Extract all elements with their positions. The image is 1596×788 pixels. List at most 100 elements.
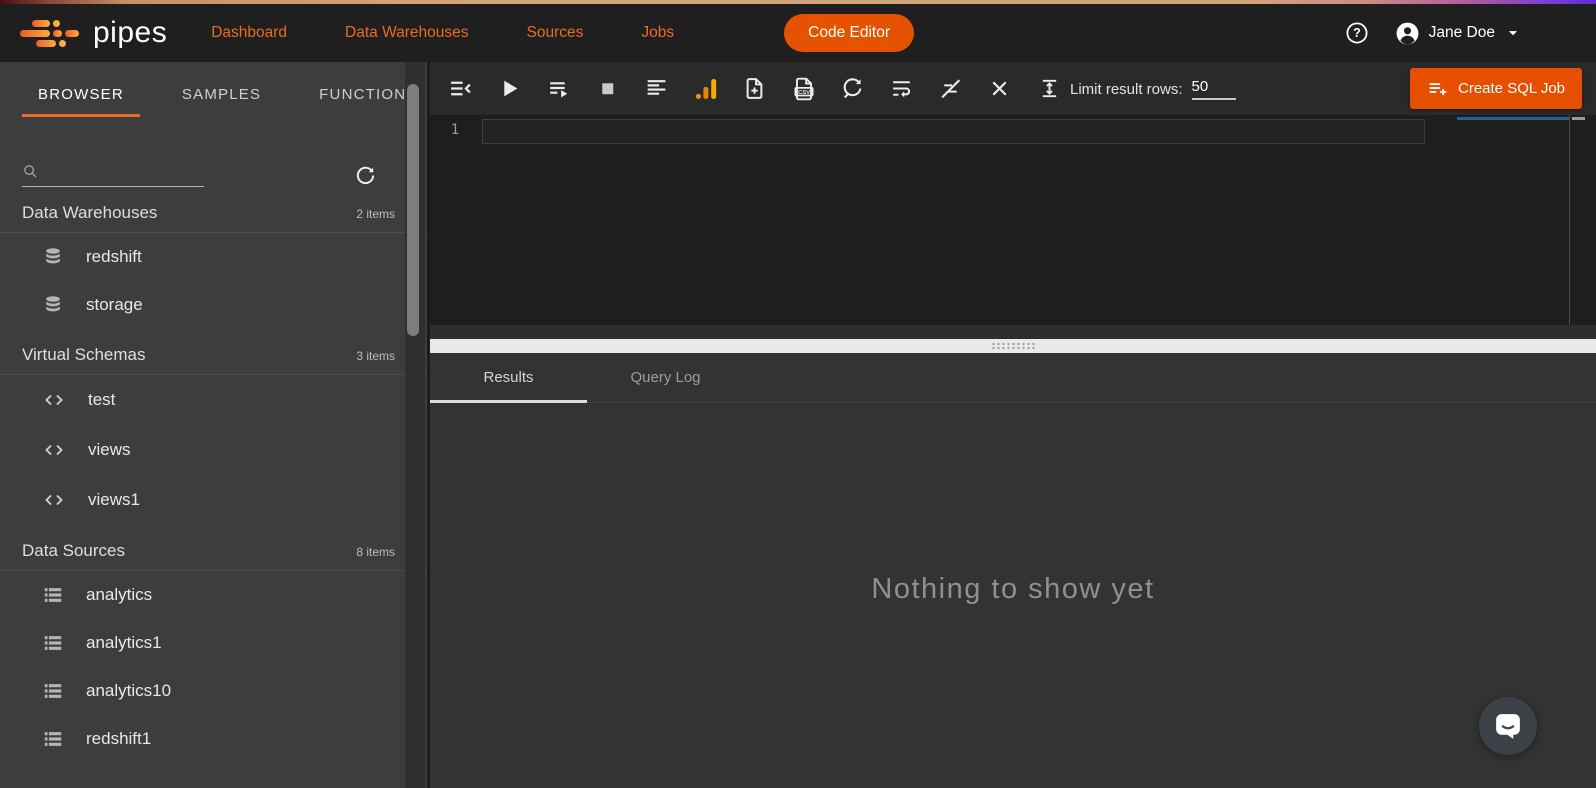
brand-logo[interactable]: pipes [20,16,167,50]
tab-functions[interactable]: FUNCTIONS [319,86,417,117]
pipes-logo-icon [20,20,79,47]
user-avatar-icon [1395,21,1420,46]
help-button[interactable]: ? [1345,21,1369,45]
brand-name: pipes [93,16,167,50]
section-title: Data Sources [22,541,125,561]
tree-item-analytics1[interactable]: analytics1 [0,619,427,667]
results-panel: Results Query Log Nothing to show yet [430,353,1596,788]
nav-item-dashboard[interactable]: Dashboard [211,24,287,42]
csv-export-icon: CSV [791,76,817,102]
section-count-badge: 2 items [356,207,395,221]
stop-query-button[interactable] [583,68,632,110]
database-icon [42,294,64,316]
tree-item-redshift1[interactable]: redshift1 [0,715,427,763]
refresh-query-icon [840,76,865,101]
section-count-badge: 8 items [356,545,395,559]
analytics-chart-icon [693,76,719,102]
app-window: pipes Dashboard Data Warehouses Sources … [0,0,1596,788]
section-header-data-sources[interactable]: Data Sources 8 items [0,525,427,571]
tab-samples[interactable]: SAMPLES [182,86,261,117]
schema-code-icon [42,488,66,512]
refresh-query-button[interactable] [828,68,877,110]
database-icon [42,246,64,268]
section-header-virtual-schemas[interactable]: Virtual Schemas 3 items [0,329,427,375]
tree-item-storage[interactable]: storage [0,281,427,329]
section-title: Data Warehouses [22,203,157,223]
tree-item-test[interactable]: test [0,375,427,425]
panel-splitter-handle[interactable] [430,339,1596,353]
sidebar-search-box[interactable] [22,163,204,187]
word-wrap-icon [889,76,914,101]
refresh-icon [354,164,377,187]
close-editor-button[interactable] [975,68,1024,110]
browser-sidebar: BROWSER SAMPLES FUNCTIONS [0,62,430,788]
tab-query-log[interactable]: Query Log [587,353,744,402]
word-wrap-button[interactable] [877,68,926,110]
tree-item-analytics[interactable]: analytics [0,571,427,619]
tree-item-label: redshift1 [86,729,151,749]
tree-item-redshift[interactable]: redshift [0,233,427,281]
user-menu[interactable]: Jane Doe [1395,21,1522,46]
sidebar-search-input[interactable] [45,163,195,180]
chat-support-button[interactable] [1479,697,1537,755]
limit-rows-input[interactable] [1192,78,1236,100]
stop-icon [595,76,620,101]
code-editor-button[interactable]: Code Editor [784,14,914,52]
limit-rows-group: Limit result rows: [1038,77,1236,100]
nav-item-jobs[interactable]: Jobs [641,24,674,42]
user-name: Jane Doe [1429,24,1495,42]
editor-horizontal-scroll-indicator[interactable] [1457,117,1569,120]
tree-item-label: views1 [88,490,140,510]
tree-item-views1[interactable]: views1 [0,475,427,525]
sql-code-editor[interactable]: 1 [430,115,1596,325]
nav-item-data-warehouses[interactable]: Data Warehouses [345,24,469,42]
create-sql-job-button[interactable]: Create SQL Job [1410,68,1582,109]
row-limit-icon [1038,77,1061,100]
search-icon [22,163,39,180]
editor-vertical-scroll-indicator[interactable] [1572,117,1585,120]
tree-item-views[interactable]: views [0,425,427,475]
run-query-icon [497,76,522,101]
tree-item-analytics10[interactable]: analytics10 [0,667,427,715]
format-clear-icon [938,76,963,101]
empty-results-message: Nothing to show yet [430,573,1596,606]
editor-main-panel: CSV Limit result rows: Create SQL Job 1 [430,62,1596,788]
tree-item-label: storage [86,295,143,315]
schema-code-icon [42,438,66,462]
editor-line-number: 1 [430,115,480,138]
format-sql-button[interactable] [632,68,681,110]
sidebar-search-row [22,163,427,187]
primary-nav: Dashboard Data Warehouses Sources Jobs C… [211,14,914,52]
editor-toolbar: CSV Limit result rows: Create SQL Job [430,62,1596,115]
tree-item-label: views [88,440,131,460]
caret-down-icon [1504,24,1522,42]
chart-results-button[interactable] [681,68,730,110]
new-file-icon [742,76,767,101]
topbar-right-cluster: ? Jane Doe [1345,21,1596,46]
sidebar-scrollbar-track[interactable] [405,62,425,788]
sidebar-tabs: BROWSER SAMPLES FUNCTIONS [0,62,427,117]
tree-item-label: analytics [86,585,152,605]
sidebar-scrollbar-thumb[interactable] [407,84,419,336]
sidebar-refresh-button[interactable] [354,164,377,187]
collapse-editor-button[interactable] [436,68,485,110]
editor-scroll-divider [1569,115,1570,325]
editor-active-line[interactable] [482,119,1425,144]
svg-text:?: ? [1353,26,1361,40]
format-align-icon [644,76,669,101]
clear-format-button[interactable] [926,68,975,110]
nav-item-sources[interactable]: Sources [527,24,584,42]
tab-results[interactable]: Results [430,353,587,402]
help-icon: ? [1345,21,1369,45]
editor-bottom-strip [430,325,1596,339]
tab-browser[interactable]: BROWSER [38,86,124,117]
new-file-button[interactable] [730,68,779,110]
run-selection-button[interactable] [534,68,583,110]
tree-item-label: redshift [86,247,142,267]
run-query-button[interactable] [485,68,534,110]
export-csv-button[interactable]: CSV [779,68,828,110]
chat-bubble-icon [1493,711,1523,741]
tree-item-label: analytics1 [86,633,162,653]
splitter-grip-dots [991,342,1035,350]
section-header-data-warehouses[interactable]: Data Warehouses 2 items [0,187,427,233]
